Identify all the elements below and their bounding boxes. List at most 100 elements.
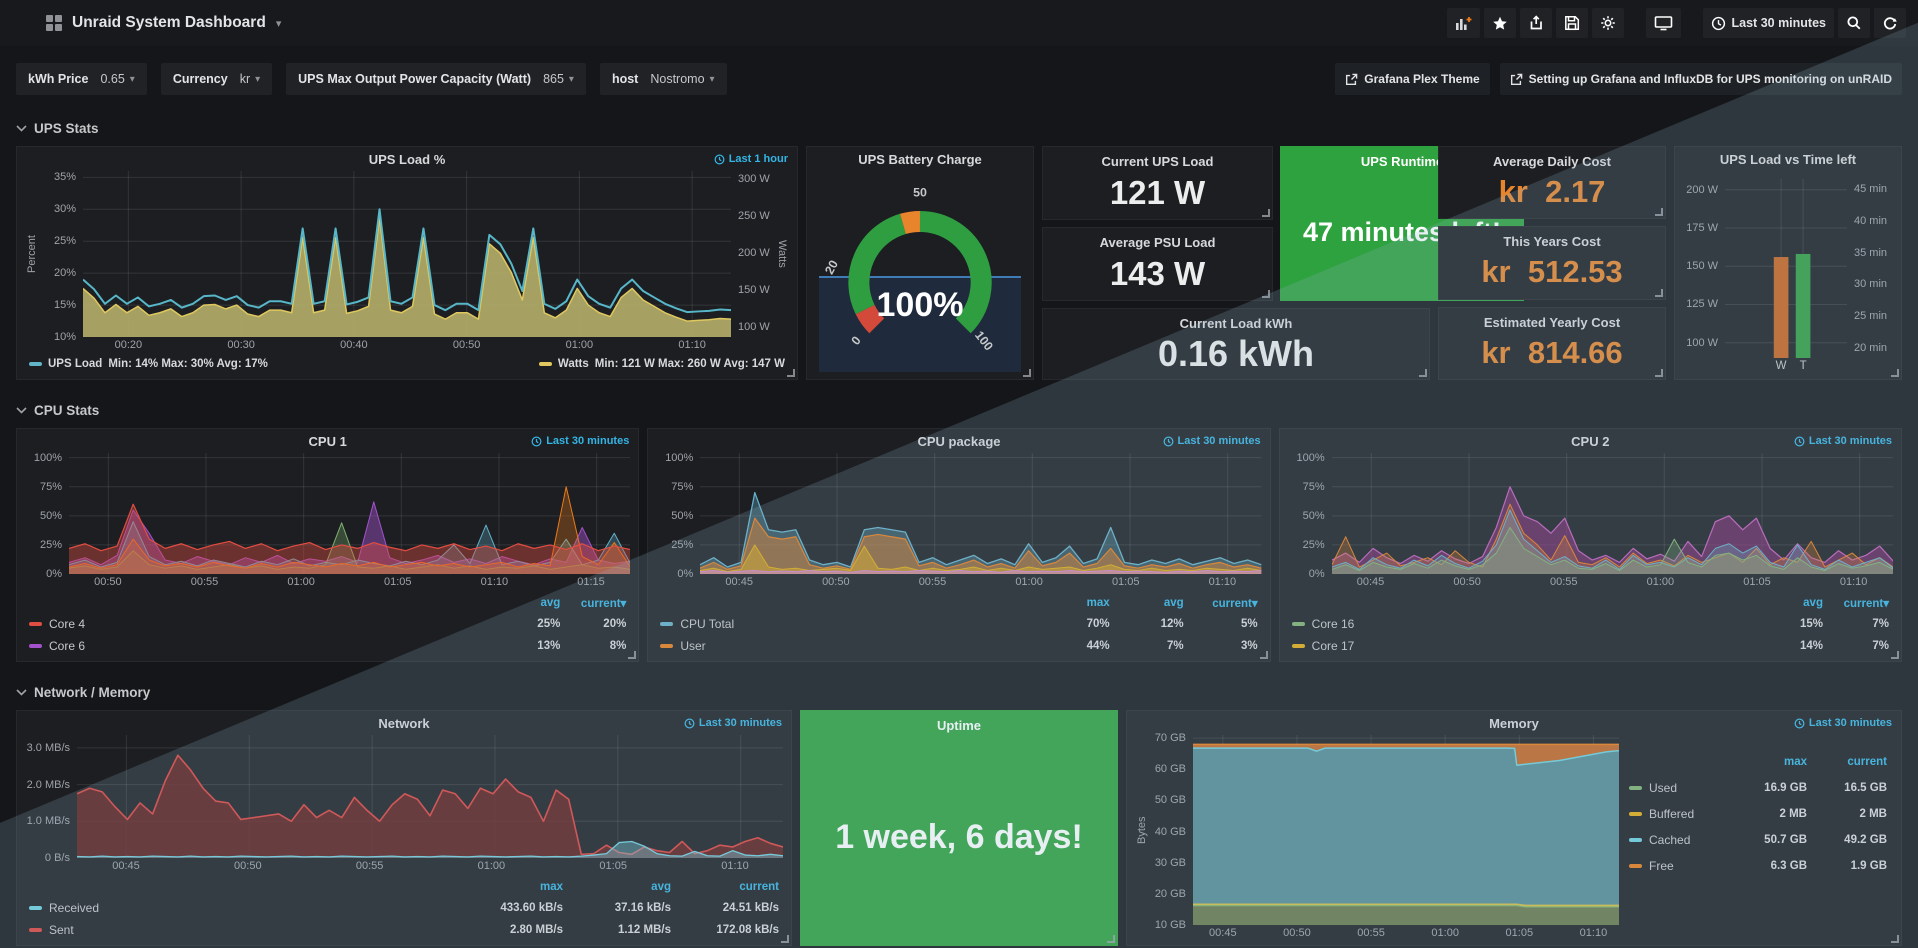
cpu1-plot[interactable] (69, 453, 630, 574)
dashboard-grid-icon[interactable] (46, 15, 62, 31)
section-title: Network / Memory (34, 685, 150, 700)
series-name[interactable]: CPU Total (680, 617, 734, 631)
series-value: 16.9 GB (1727, 782, 1807, 794)
section-title: CPU Stats (34, 403, 99, 418)
legend-sort-header[interactable]: current▾ (1184, 596, 1258, 610)
legend: maxcurrentUsed16.9 GB16.5 GBBuffered2 MB… (1619, 735, 1893, 942)
ups-mid-column: Current UPS Load 121 W Average PSU Load … (1042, 146, 1430, 380)
legend-sort-header[interactable]: current▾ (1823, 596, 1889, 610)
legend-row: Sent2.80 MB/s1.12 MB/s172.08 kB/s (29, 919, 779, 941)
series-swatch[interactable] (29, 928, 42, 932)
series-value: 1.12 MB/s (563, 924, 671, 936)
legend-sort-header[interactable]: max (1036, 597, 1110, 609)
series-name[interactable]: Core 16 (1312, 617, 1355, 631)
section-header-network-memory[interactable]: Network / Memory (0, 674, 1918, 710)
series-swatch[interactable] (29, 622, 42, 626)
variable-ups-max-output[interactable]: UPS Max Output Power Capacity (Watt) 865… (286, 63, 586, 95)
panel-title[interactable]: Current Load kWh (1051, 316, 1421, 331)
legend-sort-header[interactable]: avg (563, 881, 671, 893)
cpu-package-plot[interactable] (700, 453, 1261, 574)
variable-host[interactable]: host Nostromo▾ (600, 63, 727, 95)
legend-item[interactable]: Watts Min: 121 W Max: 260 W Avg: 147 W (539, 358, 785, 370)
share-button[interactable] (1520, 8, 1552, 38)
clock-icon (684, 718, 695, 729)
section-header-ups-stats[interactable]: UPS Stats (0, 110, 1918, 146)
star-button[interactable] (1484, 8, 1516, 38)
legend-sort-header[interactable]: avg (1110, 597, 1184, 609)
y-axis-labels: 3.0 MB/s2.0 MB/s1.0 MB/s0 B/s (25, 735, 77, 858)
series-swatch[interactable] (1292, 622, 1305, 626)
panel-cpu-2: CPU 2 Last 30 minutes 100%75%50%25%0% 00… (1279, 428, 1902, 662)
zoom-out-button[interactable] (1838, 8, 1870, 38)
series-value: 8% (560, 640, 626, 652)
series-swatch[interactable] (29, 644, 42, 648)
panel-title[interactable]: UPS Battery Charge (815, 152, 1025, 171)
series-swatch[interactable] (1629, 786, 1642, 790)
series-value: 16.5 GB (1807, 782, 1887, 794)
settings-button[interactable] (1592, 8, 1624, 38)
variable-kwh-price[interactable]: kWh Price 0.65▾ (16, 63, 147, 95)
panel-title[interactable]: Estimated Yearly Cost (1447, 315, 1657, 330)
series-swatch[interactable] (1292, 644, 1305, 648)
series-name[interactable]: Core 17 (1312, 639, 1355, 653)
series-swatch[interactable] (29, 906, 42, 910)
legend-sort-header[interactable]: avg (494, 597, 560, 609)
save-button[interactable] (1556, 8, 1588, 38)
bar-plot[interactable] (1725, 179, 1847, 358)
panel-title[interactable]: UPS Load vs Time left (1683, 152, 1893, 171)
panel-cpu-1: CPU 1 Last 30 minutes 100%75%50%25%0% 00… (16, 428, 639, 662)
panel-title[interactable]: Memory (1135, 716, 1893, 735)
variable-label: kWh Price (28, 72, 88, 86)
title-caret-icon[interactable]: ▾ (276, 17, 282, 30)
legend-row: Free6.3 GB1.9 GB (1629, 853, 1887, 879)
series-name[interactable]: Cached (1649, 833, 1690, 847)
panel-title[interactable]: Average Daily Cost (1447, 154, 1657, 169)
add-panel-button[interactable] (1447, 8, 1480, 38)
legend-sort-header[interactable]: max (455, 881, 563, 893)
series-name[interactable]: Core 4 (49, 617, 85, 631)
legend-sort-header[interactable]: avg (1757, 597, 1823, 609)
link-grafana-influxdb-guide[interactable]: Setting up Grafana and InfluxDB for UPS … (1500, 63, 1902, 95)
panel-title[interactable]: Uptime (809, 718, 1109, 733)
dashboard-title[interactable]: Unraid System Dashboard (72, 14, 266, 32)
time-range-picker[interactable]: Last 30 minutes (1703, 8, 1834, 38)
series-name[interactable]: Received (49, 901, 99, 915)
ups-load-plot[interactable] (83, 171, 731, 337)
network-plot[interactable] (77, 735, 783, 858)
series-name[interactable]: Buffered (1649, 807, 1694, 821)
legend-sort-header[interactable]: current▾ (560, 596, 626, 610)
series-swatch[interactable] (1629, 812, 1642, 816)
legend-item[interactable]: UPS Load Min: 14% Max: 30% Avg: 17% (29, 358, 268, 370)
series-name[interactable]: Used (1649, 781, 1677, 795)
refresh-button[interactable] (1874, 8, 1906, 38)
x-axis-labels: 00:5000:5501:0001:0501:1001:15 (69, 574, 624, 591)
series-name[interactable]: User (680, 639, 705, 653)
legend-sort-header[interactable]: current (671, 881, 779, 893)
panel-title[interactable]: Network (25, 716, 783, 735)
series-name[interactable]: Free (1649, 859, 1674, 873)
panel-title[interactable]: This Years Cost (1447, 234, 1657, 249)
panel-title[interactable]: Current UPS Load (1051, 154, 1264, 169)
cycle-view-button[interactable] (1646, 8, 1681, 38)
series-name[interactable]: Sent (49, 923, 74, 937)
grafana-dashboard: Unraid System Dashboard ▾ (0, 0, 1918, 948)
link-grafana-plex-theme[interactable]: Grafana Plex Theme (1335, 63, 1489, 95)
panel-title[interactable]: UPS Load % (25, 152, 789, 171)
series-swatch[interactable] (660, 622, 673, 626)
legend-sort-header[interactable]: max (1727, 756, 1807, 768)
row-ups-stats: UPS Load % Last 1 hour Percent 35%30%25%… (0, 146, 1918, 380)
variable-currency[interactable]: Currency kr▾ (161, 63, 272, 95)
series-swatch[interactable] (660, 644, 673, 648)
cpu2-plot[interactable] (1332, 453, 1893, 574)
series-value: 6.3 GB (1727, 860, 1807, 872)
section-header-cpu-stats[interactable]: CPU Stats (0, 392, 1918, 428)
series-swatch[interactable] (1629, 864, 1642, 868)
series-value: 3% (1184, 640, 1258, 652)
memory-plot[interactable] (1193, 735, 1619, 925)
panel-time-badge: Last 30 minutes (531, 435, 629, 447)
panel-title[interactable]: Average PSU Load (1051, 235, 1264, 250)
series-name[interactable]: Core 6 (49, 639, 85, 653)
series-value: 25% (494, 618, 560, 630)
legend-sort-header[interactable]: current (1807, 756, 1887, 768)
series-swatch[interactable] (1629, 838, 1642, 842)
